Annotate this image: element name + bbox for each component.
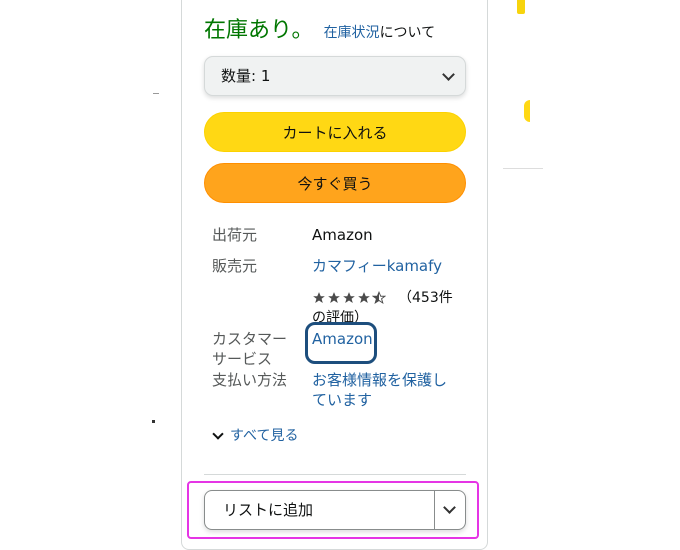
star-full-icon <box>313 292 325 303</box>
list-options-dropdown[interactable] <box>435 491 465 529</box>
sold-by-label: 販売元 <box>212 257 258 275</box>
add-to-cart-button[interactable]: カートに入れる <box>204 112 466 152</box>
star-full-icon <box>358 292 370 303</box>
annotation-highlight-customer-service <box>305 322 377 364</box>
add-to-list-split-button: リストに追加 <box>204 490 466 530</box>
chevron-down-icon <box>442 68 455 81</box>
rating-count[interactable]: （453件 <box>398 289 453 307</box>
stock-info-suffix: について <box>379 25 436 41</box>
quantity-dropdown[interactable]: 数量: 1 <box>204 56 466 96</box>
background-fragment <box>152 420 155 423</box>
product-page: 在庫あり。 在庫状況について 数量: 1 カートに入れる 今すぐ買う 出荷元 Am… <box>0 0 680 550</box>
star-full-icon <box>343 292 355 303</box>
background-fragment <box>153 93 159 94</box>
payment-link[interactable]: お客様情報を保護し <box>312 370 447 391</box>
customer-service-label: カスタマー <box>212 330 288 348</box>
payment-label: 支払い方法 <box>212 371 288 389</box>
stock-info-link[interactable]: 在庫状況 <box>324 25 380 41</box>
sold-by-link[interactable]: カマフィーkamafy <box>312 256 442 277</box>
chevron-down-icon <box>212 428 224 440</box>
star-full-icon <box>328 292 340 303</box>
buy-now-button[interactable]: 今すぐ買う <box>204 163 466 203</box>
see-all-toggle[interactable]: すべて見る <box>212 426 298 446</box>
section-divider <box>204 474 466 475</box>
see-all-label: すべて見る <box>230 428 299 444</box>
payment-link-continued[interactable]: ています <box>312 390 372 411</box>
in-stock-status: 在庫あり。 <box>204 18 314 43</box>
ships-from-value: Amazon <box>312 226 373 244</box>
quantity-label: 数量: 1 <box>221 67 271 85</box>
customer-service-label-continued: サービス <box>212 350 273 368</box>
ships-from-label: 出荷元 <box>212 226 258 244</box>
availability-row: 在庫あり。 在庫状況について <box>204 12 436 43</box>
star-half-icon <box>372 291 386 305</box>
right-column-button-edge[interactable] <box>524 100 530 122</box>
rating-stars[interactable] <box>312 289 387 307</box>
right-column-divider <box>503 168 543 169</box>
chevron-down-icon <box>443 501 456 514</box>
add-to-list-button[interactable]: リストに追加 <box>205 491 435 529</box>
right-column-badge <box>517 0 525 14</box>
